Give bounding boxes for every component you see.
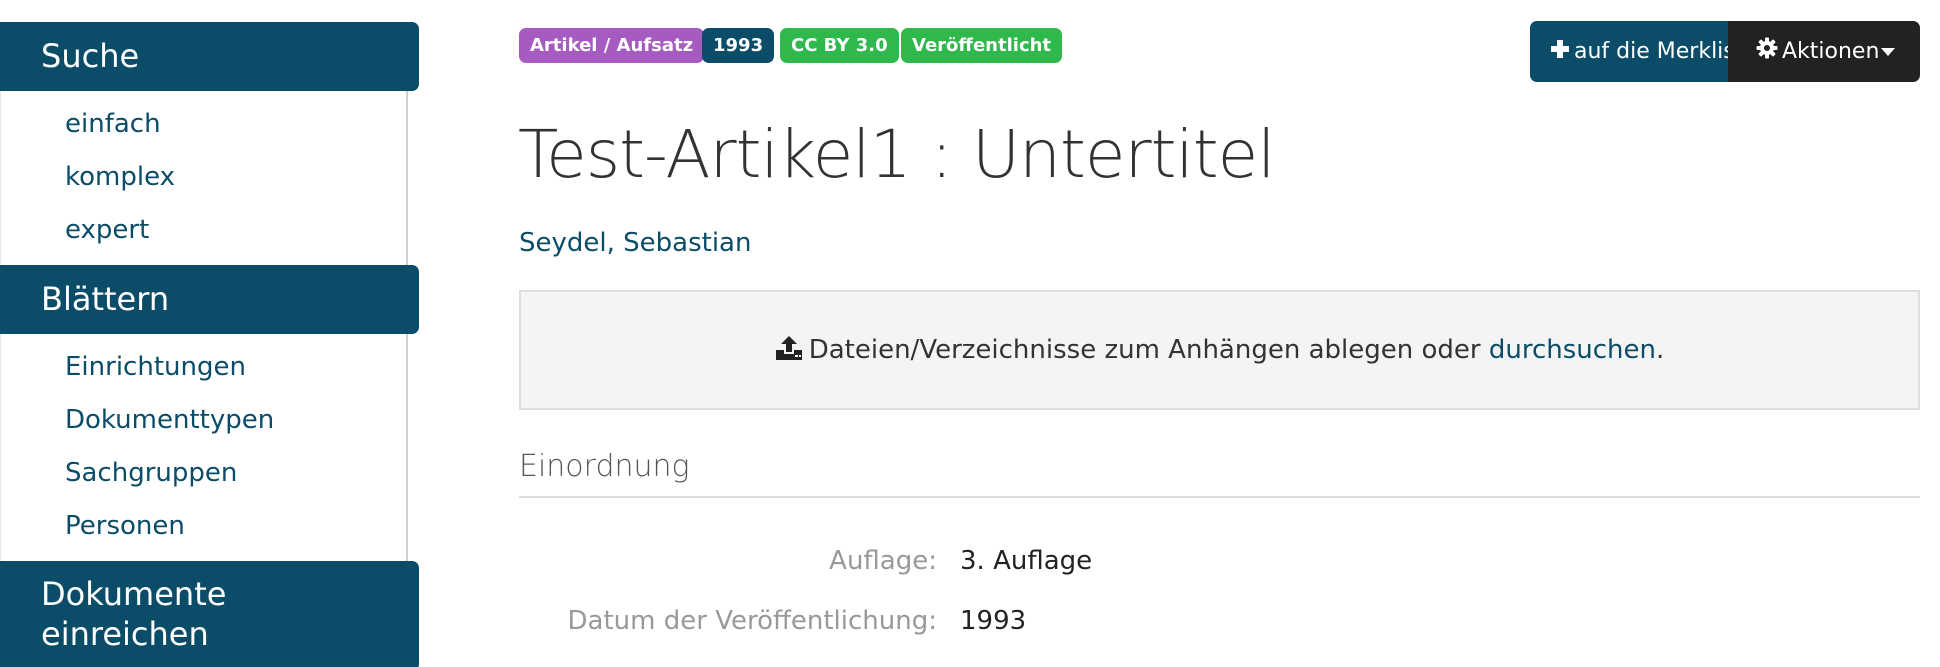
sidebar-item-dokumenttypen[interactable]: Dokumenttypen: [65, 405, 274, 435]
badge-year[interactable]: 1993: [702, 28, 775, 63]
dropzone-message: Dateien/Verzeichnisse zum Anhängen ableg…: [521, 335, 1918, 368]
aktionen-dropdown-button[interactable]: Aktionen: [1728, 21, 1920, 82]
document-title: Test-Artikel1 : Untertitel: [518, 116, 1276, 193]
sidebar-item-komplex[interactable]: komplex: [65, 162, 175, 192]
aktionen-label: Aktionen: [1782, 39, 1880, 64]
sidebar-item-einrichtungen[interactable]: Einrichtungen: [65, 352, 246, 382]
sidebar-heading-blaettern[interactable]: Blättern: [0, 265, 419, 334]
sidebar-heading-dokumente-einreichen[interactable]: Dokumente einreichen: [0, 561, 419, 667]
section-divider: [519, 496, 1920, 498]
sidebar-heading-suche[interactable]: Suche: [0, 22, 419, 91]
author-link[interactable]: Seydel, Sebastian: [519, 228, 751, 258]
upload-icon: [775, 335, 803, 368]
badge-status[interactable]: Veröffentlicht: [901, 28, 1063, 63]
sidebar-item-einfach[interactable]: einfach: [65, 109, 161, 139]
badge-doctype[interactable]: Artikel / Aufsatz: [519, 28, 705, 63]
sidebar: Suche einfach komplex expert Blättern Ei…: [0, 22, 419, 667]
dropzone-text: Dateien/Verzeichnisse zum Anhängen ableg…: [808, 335, 1489, 365]
section-heading-einordnung: Einordnung: [519, 449, 690, 484]
badge-license[interactable]: CC BY 3.0: [780, 28, 899, 63]
dropzone-suffix: .: [1656, 335, 1665, 365]
sidebar-item-sachgruppen[interactable]: Sachgruppen: [65, 458, 237, 488]
field-label-auflage: Auflage:: [829, 546, 937, 576]
page: Suche einfach komplex expert Blättern Ei…: [0, 0, 1940, 667]
field-value-datum: 1993: [960, 606, 1027, 636]
gear-icon: [1756, 22, 1778, 83]
plus-icon: [1550, 22, 1570, 83]
browse-files-link[interactable]: durchsuchen: [1489, 335, 1656, 365]
field-label-datum: Datum der Veröffentlichung:: [567, 606, 937, 636]
sidebar-heading-line-2: einreichen: [41, 615, 209, 653]
chevron-down-icon: [1881, 48, 1896, 56]
sidebar-heading-label: Suche: [41, 37, 140, 75]
add-to-merkliste-button[interactable]: auf die Merkliste: [1530, 21, 1728, 82]
action-button-group: auf die Merkliste: [1530, 21, 1920, 82]
sidebar-item-expert[interactable]: expert: [65, 215, 149, 245]
file-dropzone[interactable]: Dateien/Verzeichnisse zum Anhängen ableg…: [519, 290, 1920, 410]
sidebar-item-personen[interactable]: Personen: [65, 511, 185, 541]
sidebar-heading-label: Blättern: [41, 280, 170, 318]
field-value-auflage: 3. Auflage: [960, 546, 1093, 576]
sidebar-heading-line-1: Dokumente: [41, 575, 227, 613]
merkliste-label: auf die Merkliste: [1574, 39, 1728, 64]
